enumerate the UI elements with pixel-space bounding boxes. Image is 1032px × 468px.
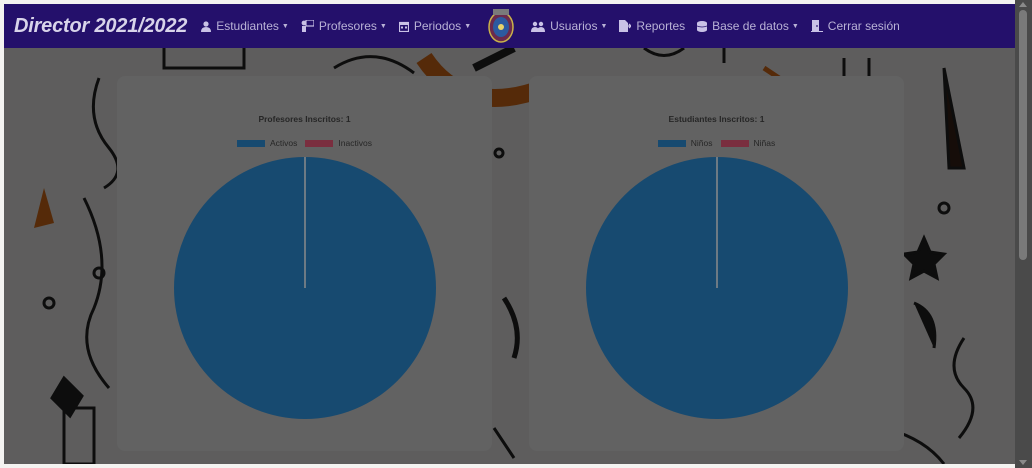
nav-cerrar-sesion[interactable]: Cerrar sesión	[810, 19, 900, 33]
top-navbar: Director 2021/2022 Estudiantes ▼ Profeso…	[4, 4, 1015, 48]
school-crest-icon	[488, 9, 514, 43]
nav-estudiantes[interactable]: Estudiantes ▼	[201, 19, 289, 33]
door-exit-icon	[810, 20, 823, 32]
nav-base-de-datos[interactable]: Base de datos ▼	[697, 19, 799, 33]
teacher-icon	[301, 20, 314, 32]
chart-card-estudiantes: Estudiantes Inscritos: 1 Niños Niñas	[529, 76, 904, 451]
nav-usuarios[interactable]: Usuarios ▼	[531, 19, 607, 33]
database-icon	[697, 20, 708, 32]
calendar-icon	[398, 21, 409, 32]
legend-label: Niños	[690, 138, 713, 148]
nav-profesores-label: Profesores	[318, 19, 377, 33]
legend-label: Activos	[270, 138, 298, 148]
school-logo	[485, 7, 517, 45]
nav-reportes-label: Reportes	[636, 19, 686, 33]
scroll-up-icon[interactable]	[1019, 2, 1027, 7]
chevron-down-icon: ▼	[791, 22, 799, 30]
chart-legend: Activos Inactivos	[117, 138, 492, 148]
chevron-down-icon: ▼	[379, 22, 387, 30]
chevron-down-icon: ▼	[281, 22, 289, 30]
scroll-down-icon[interactable]	[1019, 460, 1027, 465]
legend-item-inactivos[interactable]: Inactivos	[305, 138, 372, 148]
chevron-down-icon: ▼	[600, 22, 608, 30]
scrollbar-thumb[interactable]	[1019, 10, 1027, 260]
legend-swatch	[720, 139, 749, 147]
nav-periodos[interactable]: Periodos ▼	[398, 19, 472, 33]
legend-swatch	[657, 139, 686, 147]
legend-item-activos[interactable]: Activos	[237, 138, 297, 148]
nav-usuarios-label: Usuarios	[550, 19, 598, 33]
pie-chart[interactable]	[174, 157, 436, 419]
page-frame: Director 2021/2022 Estudiantes ▼ Profeso…	[4, 4, 1015, 464]
legend-label: Niñas	[753, 138, 776, 148]
nav-reportes[interactable]: Reportes	[619, 19, 685, 33]
page-scrollbar[interactable]	[1015, 0, 1032, 468]
nav-estudiantes-label: Estudiantes	[216, 19, 279, 33]
pie-chart[interactable]	[586, 157, 848, 419]
chart-title: Estudiantes Inscritos: 1	[668, 114, 765, 124]
brand-title[interactable]: Director 2021/2022	[14, 15, 187, 38]
user-icon	[201, 20, 212, 32]
users-icon	[531, 21, 546, 32]
chart-legend: Niños Niñas	[529, 138, 904, 148]
nav-cerrar-sesion-label: Cerrar sesión	[827, 19, 900, 33]
chart-title: Profesores Inscritos: 1	[258, 114, 351, 124]
legend-label: Inactivos	[338, 138, 372, 148]
nav-periodos-label: Periodos	[413, 19, 462, 33]
nav-profesores[interactable]: Profesores ▼	[301, 19, 387, 33]
chart-card-profesores: Profesores Inscritos: 1 Activos Inactivo…	[117, 76, 492, 451]
legend-item-ninos[interactable]: Niños	[657, 138, 713, 148]
legend-swatch	[237, 139, 266, 147]
chevron-down-icon: ▼	[464, 22, 472, 30]
legend-swatch	[305, 139, 334, 147]
legend-item-ninas[interactable]: Niñas	[720, 138, 776, 148]
nav-base-de-datos-label: Base de datos	[712, 19, 789, 33]
file-export-icon	[619, 20, 632, 32]
